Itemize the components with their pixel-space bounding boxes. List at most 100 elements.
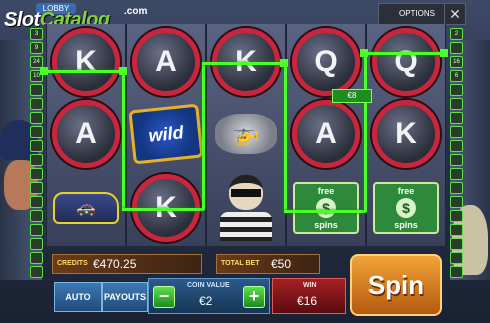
reel-5: Q K free $ spins <box>366 24 446 246</box>
payline-marker <box>450 140 463 152</box>
symbol-helicopter: 🚁 <box>211 100 281 168</box>
payline-marker <box>450 266 463 278</box>
payline-marker <box>30 112 43 124</box>
payouts-button[interactable]: PAYOUTS <box>102 282 148 312</box>
reel-area: K A 🚓 A wild K K 🚁 Q A free $ spins <box>44 24 446 246</box>
win-line-segment <box>364 52 367 212</box>
symbol-robber <box>211 174 281 242</box>
payline-marker: 2 <box>450 28 463 40</box>
win-line-segment <box>44 70 124 73</box>
win-line-segment <box>284 62 287 212</box>
payline-marker <box>450 112 463 124</box>
coin-value-control: − COIN VALUE €2 + <box>148 278 270 314</box>
credits-label: CREDITS <box>57 260 88 267</box>
payline-marker <box>30 252 43 264</box>
free-spins-bottom: spins <box>314 220 338 230</box>
free-spins-symbol: free $ spins <box>373 182 439 234</box>
symbol-police-car: 🚓 <box>51 174 121 242</box>
win-line-segment <box>284 210 366 213</box>
payline-marker <box>450 154 463 166</box>
payline-marker <box>30 266 43 278</box>
payline-marker <box>30 98 43 110</box>
wild-symbol: wild <box>128 103 204 165</box>
helicopter-icon: 🚁 <box>215 114 277 154</box>
spin-button[interactable]: Spin <box>350 254 442 316</box>
win-line-segment <box>202 62 286 65</box>
win-line-node <box>119 67 127 75</box>
payline-marker <box>30 196 43 208</box>
payline-marker <box>450 168 463 180</box>
payline-marker <box>450 84 463 96</box>
free-spins-top: free <box>397 186 415 196</box>
letter-q-symbol: Q <box>372 28 440 96</box>
symbol-k: K <box>51 28 121 96</box>
payline-marker <box>450 182 463 194</box>
symbol-k: K <box>371 100 441 168</box>
reel-3: K 🚁 <box>206 24 286 246</box>
symbol-a: A <box>51 100 121 168</box>
payline-marker <box>450 224 463 236</box>
game-screen: LOBBY SlotCatalog .com OPTIONS ✕ 3 9 24 10 … <box>0 0 490 323</box>
reel-2: A wild K <box>126 24 206 246</box>
free-spins-bottom: spins <box>394 220 418 230</box>
coin-decrease-button[interactable]: − <box>153 286 175 308</box>
letter-a-symbol: A <box>52 100 120 168</box>
options-label: OPTIONS <box>399 9 436 18</box>
win-line-node <box>440 49 448 57</box>
payline-marker <box>450 210 463 222</box>
letter-a-symbol: A <box>132 28 200 96</box>
win-line-node <box>280 59 288 67</box>
win-value: €16 <box>297 294 318 308</box>
letter-k-symbol: K <box>52 28 120 96</box>
dollar-icon: $ <box>316 198 336 218</box>
payline-marker <box>30 210 43 222</box>
total-bet-label: TOTAL BET <box>221 260 260 267</box>
payline-marker <box>30 182 43 194</box>
win-line-node <box>40 67 48 75</box>
auto-button[interactable]: AUTO <box>54 282 102 312</box>
options-button[interactable]: OPTIONS ✕ <box>378 3 466 25</box>
credits-display: CREDITS €470.25 <box>52 254 202 274</box>
payline-column-right: 2 16 6 <box>450 28 463 280</box>
control-panel: CREDITS €470.25 TOTAL BET €50 AUTO PAYOU… <box>52 248 442 320</box>
coin-value-label: COIN VALUE <box>187 282 230 289</box>
logo-suffix: .com <box>124 6 148 17</box>
win-line-segment <box>122 208 204 211</box>
free-spins-symbol: free $ spins <box>293 182 359 234</box>
payline-marker <box>30 126 43 138</box>
symbol-wild: wild <box>128 100 204 168</box>
win-line-segment <box>364 52 446 55</box>
win-line-segment <box>122 70 125 210</box>
win-display: WIN €16 <box>272 278 346 314</box>
total-bet-value: €50 <box>271 257 292 271</box>
symbol-a: A <box>131 28 201 96</box>
win-label: WIN <box>303 282 317 289</box>
total-bet-display: TOTAL BET €50 <box>216 254 320 274</box>
symbol-free-spins: free $ spins <box>371 174 441 242</box>
symbol-free-spins: free $ spins <box>291 174 361 242</box>
payline-marker <box>450 98 463 110</box>
coin-increase-button[interactable]: + <box>243 286 265 308</box>
letter-a-symbol: A <box>292 100 360 168</box>
payline-marker <box>30 154 43 166</box>
payline-marker <box>30 168 43 180</box>
credits-value: €470.25 <box>93 257 137 271</box>
letter-k-symbol: K <box>372 100 440 168</box>
payline-marker: 16 <box>450 56 463 68</box>
line-win-badge: €8 <box>332 89 372 103</box>
symbol-q: Q <box>371 28 441 96</box>
close-icon[interactable]: ✕ <box>444 4 465 24</box>
payline-marker <box>450 252 463 264</box>
win-line-segment <box>202 62 205 210</box>
payline-marker: 6 <box>450 70 463 82</box>
reel-1: K A 🚓 <box>46 24 126 246</box>
payline-marker: 3 <box>30 28 43 40</box>
payline-column-left: 3 9 24 10 <box>30 28 43 280</box>
robber-icon <box>214 175 278 241</box>
payline-marker <box>30 238 43 250</box>
payline-marker <box>30 84 43 96</box>
symbol-q: Q <box>291 28 361 96</box>
police-car-icon: 🚓 <box>53 192 119 224</box>
symbol-a: A <box>291 100 361 168</box>
payline-marker <box>450 196 463 208</box>
